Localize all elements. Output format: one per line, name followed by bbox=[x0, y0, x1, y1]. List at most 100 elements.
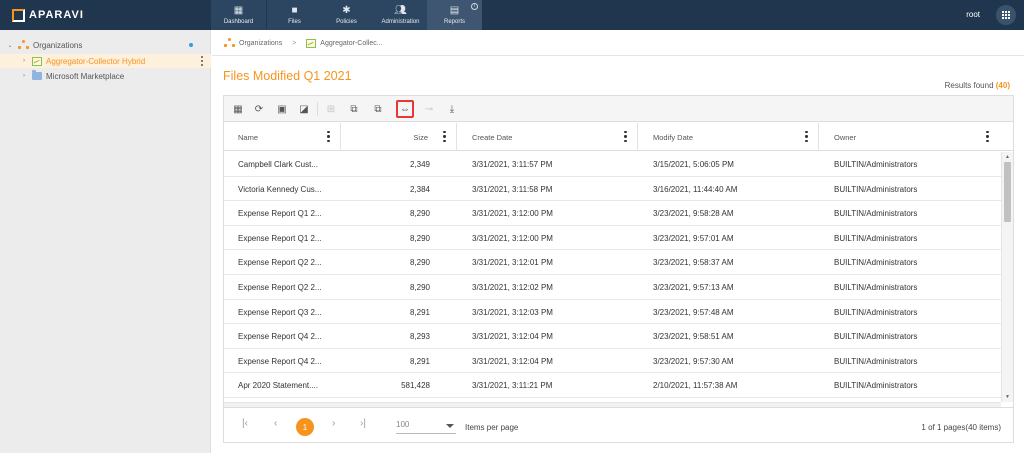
breadcrumb-root[interactable]: Organizations bbox=[239, 40, 282, 47]
cell-owner: BUILTIN/Administrators bbox=[834, 332, 918, 342]
column-menu-icon[interactable] bbox=[986, 131, 989, 142]
first-page-icon[interactable]: |‹ bbox=[242, 418, 248, 429]
column-menu-icon[interactable] bbox=[443, 131, 446, 142]
results-label: Results found bbox=[944, 81, 994, 90]
info-icon[interactable]: i bbox=[471, 3, 478, 10]
table-row[interactable]: Expense Report Q4 2... 8,293 3/31/2021, … bbox=[224, 324, 1001, 349]
users-icon: 👥︎ bbox=[394, 4, 407, 16]
cell-modify-date: 2/10/2021, 11:57:38 AM bbox=[653, 381, 738, 391]
main-content: Organizations > Aggregator-Collec... Fil… bbox=[212, 30, 1024, 453]
cell-owner: BUILTIN/Administrators bbox=[834, 184, 918, 194]
scroll-down-icon[interactable]: ▼ bbox=[1005, 394, 1010, 400]
column-label: Size bbox=[413, 133, 428, 142]
fit-columns-icon[interactable]: ⇔ bbox=[396, 100, 414, 118]
save-icon[interactable]: ▣ bbox=[274, 101, 290, 117]
cell-size: 581,428 bbox=[401, 381, 430, 391]
table-row[interactable]: Campbell Clark Cust... 2,349 3/31/2021, … bbox=[224, 152, 1001, 177]
grid-toolbar: ▦ ⟳ ▣ ◪ ⊞ ⧉ ⧉ ⇔ ⊸ ⤓ bbox=[224, 96, 1013, 122]
refresh-icon[interactable]: ⟳ bbox=[251, 101, 267, 117]
column-header-size[interactable]: Size bbox=[341, 123, 457, 151]
tab-policies-label: Policies bbox=[336, 18, 357, 25]
column-menu-icon[interactable] bbox=[805, 131, 808, 142]
cell-modify-date: 3/23/2021, 9:58:37 AM bbox=[653, 258, 734, 268]
tab-administration[interactable]: 👥︎ Administration bbox=[373, 0, 428, 30]
cell-name: Expense Report Q4 2... bbox=[238, 332, 322, 342]
apps-menu-button[interactable] bbox=[996, 5, 1016, 25]
divider bbox=[212, 55, 1024, 56]
scroll-up-icon[interactable]: ▲ bbox=[1005, 154, 1010, 160]
table-row[interactable]: Expense Report Q3 2... 8,291 3/31/2021, … bbox=[224, 300, 1001, 325]
gear-icon: ✱ bbox=[342, 4, 351, 16]
vertical-scrollbar[interactable]: ▲ ▼ bbox=[1001, 152, 1013, 402]
organization-icon bbox=[18, 40, 29, 50]
breadcrumb: Organizations > Aggregator-Collec... bbox=[224, 37, 383, 49]
split-icon[interactable]: ⊞ bbox=[323, 101, 339, 117]
items-per-page-select[interactable]: 100 bbox=[396, 420, 456, 434]
tab-files[interactable]: ■ Files bbox=[267, 0, 322, 30]
user-name[interactable]: root bbox=[966, 10, 980, 19]
cell-name: Expense Report Q2 2... bbox=[238, 283, 322, 292]
aparavi-logo[interactable]: APARAVI bbox=[12, 8, 84, 22]
table-row[interactable]: Expense Report Q1 2... 8,290 3/31/2021, … bbox=[224, 226, 1001, 251]
column-header-modify-date[interactable]: Modify Date bbox=[638, 123, 819, 151]
column-menu-icon[interactable] bbox=[327, 131, 330, 142]
cell-create-date: 3/31/2021, 3:11:58 PM bbox=[472, 184, 553, 194]
cell-name: Victoria Kennedy Cus... bbox=[238, 184, 322, 194]
cell-create-date: 3/31/2021, 3:12:01 PM bbox=[472, 258, 553, 268]
cell-owner: BUILTIN/Administrators bbox=[834, 160, 918, 169]
table-body: Campbell Clark Cust... 2,349 3/31/2021, … bbox=[224, 152, 1001, 400]
tab-reports[interactable]: ▤ Reports i bbox=[427, 0, 482, 30]
tab-files-label: Files bbox=[288, 18, 301, 25]
table-icon[interactable]: ▦ bbox=[230, 101, 246, 117]
link-icon[interactable]: ⊸ bbox=[421, 101, 437, 117]
chevron-right-icon[interactable]: › bbox=[20, 73, 28, 79]
more-options-icon[interactable] bbox=[200, 56, 203, 66]
table-row[interactable]: Apr 2020 Statement.... 581,428 3/31/2021… bbox=[224, 373, 1001, 398]
tree-item-label: Microsoft Marketplace bbox=[46, 71, 125, 81]
table-header: Name Size Create Date Modify Date Owner bbox=[224, 123, 1013, 151]
table-row[interactable]: Expense Report Q2 2... 8,290 3/31/2021, … bbox=[224, 275, 1001, 300]
column-label: Create Date bbox=[472, 133, 513, 142]
scrollbar-thumb[interactable] bbox=[1004, 162, 1011, 222]
table-row[interactable]: Victoria Kennedy Cus... 2,384 3/31/2021,… bbox=[224, 177, 1001, 202]
chevron-right-icon[interactable]: › bbox=[20, 58, 28, 64]
column-header-name[interactable]: Name bbox=[224, 123, 341, 151]
column-header-owner[interactable]: Owner bbox=[819, 123, 1001, 151]
chevron-down-icon[interactable]: ⌄ bbox=[6, 42, 14, 49]
tab-policies[interactable]: ✱ Policies bbox=[319, 0, 374, 30]
tree-item-organizations[interactable]: ⌄ Organizations bbox=[0, 38, 211, 52]
next-page-icon[interactable]: › bbox=[332, 418, 335, 429]
tree-item-aggregator[interactable]: › Aggregator-Collector Hybrid bbox=[0, 54, 211, 68]
paste-icon[interactable]: ⧉ bbox=[370, 101, 386, 117]
tab-reports-label: Reports bbox=[443, 18, 465, 25]
current-page[interactable]: 1 bbox=[296, 418, 314, 436]
breadcrumb-separator: > bbox=[292, 39, 297, 47]
cell-create-date: 3/31/2021, 3:12:00 PM bbox=[472, 233, 553, 243]
tree-item-microsoft-marketplace[interactable]: › Microsoft Marketplace bbox=[0, 69, 211, 83]
table-row[interactable]: Expense Report Q2 2... 8,290 3/31/2021, … bbox=[224, 250, 1001, 275]
cell-owner: BUILTIN/Administrators bbox=[834, 307, 918, 317]
report-grid: ▦ ⟳ ▣ ◪ ⊞ ⧉ ⧉ ⇔ ⊸ ⤓ Name Size Create Dat… bbox=[223, 95, 1014, 443]
cell-size: 8,290 bbox=[409, 258, 430, 268]
breadcrumb-current[interactable]: Aggregator-Collec... bbox=[320, 40, 382, 47]
cell-size: 8,290 bbox=[409, 209, 430, 219]
tab-dashboard-label: Dashboard bbox=[223, 18, 254, 25]
save-as-icon[interactable]: ◪ bbox=[296, 101, 312, 117]
organization-icon bbox=[224, 38, 235, 48]
column-header-create-date[interactable]: Create Date bbox=[457, 123, 638, 151]
download-icon[interactable]: ⤓ bbox=[444, 101, 460, 117]
cell-create-date: 3/31/2021, 3:11:57 PM bbox=[472, 160, 553, 169]
column-label: Owner bbox=[834, 133, 857, 142]
tab-dashboard[interactable]: ▦ Dashboard bbox=[211, 0, 266, 30]
previous-page-icon[interactable]: ‹ bbox=[274, 418, 277, 429]
table-row[interactable]: Expense Report Q4 2... 8,291 3/31/2021, … bbox=[224, 349, 1001, 374]
cell-name: Apr 2020 Statement.... bbox=[238, 381, 319, 391]
copy-icon[interactable]: ⧉ bbox=[346, 101, 362, 117]
table-row[interactable]: Expense Report Q1 2... 8,290 3/31/2021, … bbox=[224, 201, 1001, 226]
items-per-page-value: 100 bbox=[396, 420, 410, 429]
column-menu-icon[interactable] bbox=[624, 131, 627, 142]
last-page-icon[interactable]: ›| bbox=[360, 418, 366, 429]
column-label: Modify Date bbox=[653, 133, 694, 142]
cell-modify-date: 3/23/2021, 9:58:51 AM bbox=[653, 332, 734, 342]
cell-owner: BUILTIN/Administrators bbox=[834, 233, 918, 243]
